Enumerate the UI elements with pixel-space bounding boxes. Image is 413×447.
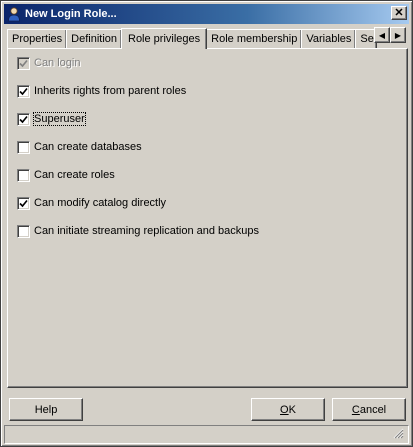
create-databases-checkbox[interactable] [17, 140, 30, 154]
tab-scroll-right-button[interactable]: ▶ [390, 27, 406, 43]
create-roles-checkbox[interactable] [17, 168, 30, 182]
tab-label: Definition [71, 33, 117, 45]
modify-catalog-checkbox[interactable] [17, 196, 30, 210]
arrow-right-icon: ▶ [394, 30, 402, 40]
role-privileges-panel: Can login Inherits rights from parent ro… [7, 48, 408, 388]
replication-option[interactable]: Can initiate streaming replication and b… [17, 224, 259, 238]
tab-role-membership[interactable]: Role membership [206, 29, 303, 48]
tab-role-privileges[interactable]: Role privileges [121, 28, 208, 49]
cancel-mnemonic: C [351, 403, 360, 416]
checkmark-icon [19, 199, 28, 207]
create-databases-option[interactable]: Can create databases [17, 140, 142, 154]
ok-button[interactable]: OK [251, 398, 325, 421]
can-login-checkbox [17, 56, 30, 70]
create-databases-label[interactable]: Can create databases [34, 141, 142, 153]
user-icon [6, 6, 22, 22]
can-login-label: Can login [34, 57, 81, 69]
inherits-rights-option[interactable]: Inherits rights from parent roles [17, 84, 186, 98]
dialog-window: New Login Role... ✕ Properties Definitio… [0, 0, 413, 447]
help-button[interactable]: Help [9, 398, 83, 421]
cancel-label-rest: ancel [359, 403, 387, 416]
checkmark-icon [19, 87, 28, 95]
tab-label: Se [360, 33, 374, 45]
checkmark-icon [19, 115, 28, 123]
arrow-left-icon: ◀ [378, 30, 386, 40]
inherits-rights-label[interactable]: Inherits rights from parent roles [34, 85, 186, 97]
ok-button-label: OK [280, 404, 296, 416]
modify-catalog-option[interactable]: Can modify catalog directly [17, 196, 166, 210]
resize-grip-icon[interactable] [393, 428, 404, 439]
tab-scroll-left-button[interactable]: ◀ [374, 27, 390, 43]
window-title: New Login Role... [25, 8, 117, 20]
ok-mnemonic: O [280, 403, 289, 416]
title-bar[interactable]: New Login Role... ✕ [4, 4, 409, 24]
superuser-label[interactable]: Superuser [33, 112, 86, 126]
create-roles-label[interactable]: Can create roles [34, 169, 115, 181]
replication-label[interactable]: Can initiate streaming replication and b… [34, 225, 259, 237]
tab-properties[interactable]: Properties [7, 29, 68, 48]
inherits-rights-checkbox[interactable] [17, 84, 30, 98]
can-login-option: Can login [17, 56, 80, 70]
cancel-button-label: Cancel [352, 404, 386, 416]
tab-variables[interactable]: Variables [301, 29, 357, 48]
cancel-button[interactable]: Cancel [332, 398, 406, 421]
tab-label: Role privileges [128, 33, 201, 45]
close-icon: ✕ [394, 6, 404, 19]
tab-label: Role membership [211, 33, 298, 45]
superuser-option[interactable]: Superuser [17, 112, 86, 126]
tab-strip: Properties Definition Role privileges Ro… [7, 28, 408, 49]
close-button[interactable]: ✕ [391, 6, 407, 20]
modify-catalog-label[interactable]: Can modify catalog directly [34, 197, 166, 209]
tab-label: Variables [306, 33, 352, 45]
replication-checkbox[interactable] [17, 224, 30, 238]
tab-label: Properties [12, 33, 63, 45]
checkmark-icon [19, 59, 28, 67]
create-roles-option[interactable]: Can create roles [17, 168, 115, 182]
status-bar [4, 425, 409, 444]
ok-label-rest: K [288, 403, 296, 416]
help-button-label: Help [34, 403, 58, 416]
tab-definition[interactable]: Definition [66, 29, 122, 48]
superuser-checkbox[interactable] [17, 112, 30, 126]
